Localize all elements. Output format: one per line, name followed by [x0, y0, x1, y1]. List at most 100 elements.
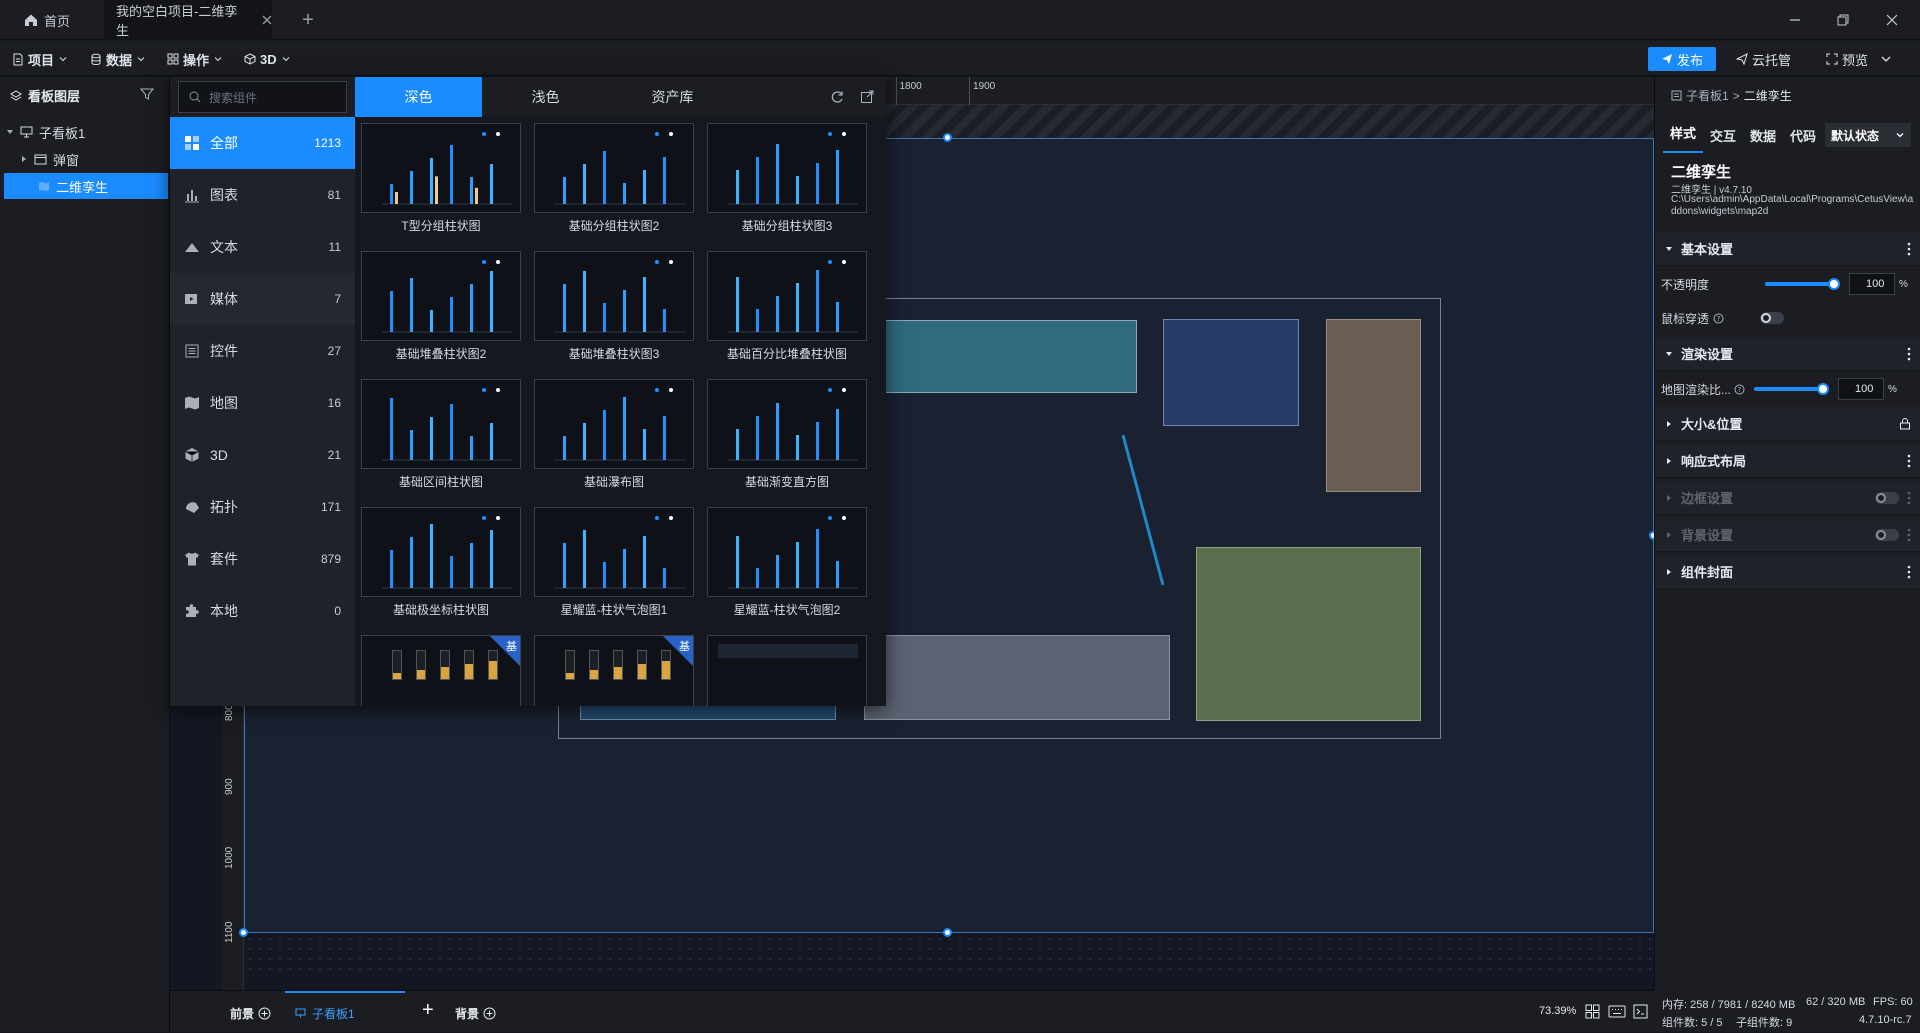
rect-teal[interactable]: [883, 320, 1137, 393]
minimize-icon[interactable]: [1783, 8, 1807, 32]
more-icon[interactable]: [1907, 565, 1911, 579]
section-border[interactable]: 边框设置: [1655, 481, 1920, 515]
board-tab[interactable]: 子看板1: [285, 991, 405, 1033]
add-circle-icon[interactable]: [258, 1007, 271, 1020]
opacity-slider[interactable]: [1765, 278, 1840, 290]
tree-item-popup[interactable]: 弹窗: [0, 146, 170, 172]
section-basic[interactable]: 基本设置: [1655, 232, 1920, 266]
caret-down-icon[interactable]: [6, 128, 14, 136]
foreground-tab[interactable]: 前景: [230, 1005, 271, 1022]
category-3d[interactable]: 3D 21: [170, 429, 355, 481]
more-icon[interactable]: [1907, 454, 1911, 468]
menu-project[interactable]: 项目: [12, 47, 68, 71]
component-card[interactable]: [707, 635, 867, 706]
help-icon[interactable]: ?: [1713, 313, 1724, 324]
slider-thumb[interactable]: [1817, 383, 1830, 395]
category-text[interactable]: 文本 11: [170, 221, 355, 273]
section-render[interactable]: 渲染设置: [1655, 337, 1920, 371]
line-segment[interactable]: [1118, 430, 1168, 590]
menu-operate[interactable]: 操作: [167, 47, 223, 71]
category-map[interactable]: 地图 16: [170, 377, 355, 429]
cloud-host-button[interactable]: 云托管: [1736, 47, 1791, 71]
tab-interaction[interactable]: 交互: [1703, 126, 1743, 145]
component-card[interactable]: 基: [534, 635, 694, 706]
add-tab-button[interactable]: +: [296, 0, 320, 40]
add-circle-icon[interactable]: [483, 1007, 496, 1020]
rect-gray[interactable]: [864, 635, 1170, 720]
restore-icon[interactable]: [1831, 8, 1855, 32]
publish-button[interactable]: 发布: [1648, 47, 1716, 71]
component-card[interactable]: [534, 123, 694, 213]
category-chart[interactable]: 图表 81: [170, 169, 355, 221]
close-tab-icon[interactable]: [262, 15, 272, 25]
category-topology[interactable]: 拓扑 171: [170, 481, 355, 533]
help-icon[interactable]: ?: [1734, 384, 1750, 395]
render-ratio-slider[interactable]: [1754, 383, 1830, 395]
tab-style[interactable]: 样式: [1663, 117, 1703, 153]
category-kit[interactable]: 套件 879: [170, 533, 355, 585]
home-tab[interactable]: 首页: [14, 0, 94, 40]
more-icon[interactable]: [1907, 242, 1911, 256]
keyboard-icon[interactable]: [1608, 1005, 1626, 1018]
terminal-icon[interactable]: [1633, 1004, 1648, 1019]
tree-item-board1[interactable]: 子看板1: [0, 119, 170, 145]
rect-brown[interactable]: [1326, 319, 1421, 492]
menu-3d[interactable]: 3D: [244, 47, 291, 71]
component-card[interactable]: [534, 507, 694, 597]
component-card[interactable]: [707, 251, 867, 341]
rect-navy[interactable]: [1163, 319, 1299, 426]
lock-icon[interactable]: [1899, 417, 1911, 430]
more-icon[interactable]: [1907, 528, 1911, 542]
category-media[interactable]: 媒体 7: [170, 273, 355, 325]
tab-light[interactable]: 浅色: [482, 77, 609, 117]
resize-handle[interactable]: [943, 928, 952, 937]
external-link-icon[interactable]: [860, 90, 874, 104]
component-card[interactable]: [361, 123, 521, 213]
category-control[interactable]: 控件 27: [170, 325, 355, 377]
tab-dark[interactable]: 深色: [355, 77, 482, 117]
tab-code[interactable]: 代码: [1783, 126, 1823, 145]
mouse-through-toggle[interactable]: [1760, 312, 1785, 324]
more-icon[interactable]: [1907, 347, 1911, 361]
render-ratio-input[interactable]: 100: [1838, 378, 1885, 400]
opacity-input[interactable]: 100: [1849, 273, 1895, 295]
rect-green[interactable]: [1196, 547, 1421, 721]
slider-thumb[interactable]: [1828, 278, 1840, 290]
tree-item-twin2d[interactable]: 二维孪生: [4, 173, 168, 199]
preview-button[interactable]: 预览: [1826, 47, 1892, 71]
close-window-icon[interactable]: [1880, 8, 1904, 32]
component-card[interactable]: [707, 507, 867, 597]
component-card[interactable]: [707, 379, 867, 469]
search-input[interactable]: 搜索组件: [178, 81, 347, 113]
category-local[interactable]: 本地 0: [170, 585, 355, 637]
more-icon[interactable]: [1907, 491, 1911, 505]
component-card[interactable]: [534, 379, 694, 469]
component-card[interactable]: [361, 251, 521, 341]
component-card[interactable]: [361, 379, 521, 469]
section-background[interactable]: 背景设置: [1655, 518, 1920, 552]
tab-asset-library[interactable]: 资产库: [609, 77, 736, 117]
resize-handle[interactable]: [239, 928, 248, 937]
border-toggle[interactable]: [1875, 491, 1899, 504]
tab-data[interactable]: 数据: [1743, 126, 1783, 145]
zoom-level[interactable]: 73.39%: [1539, 1005, 1576, 1017]
background-toggle[interactable]: [1875, 528, 1899, 541]
component-card[interactable]: 基: [361, 635, 521, 706]
breadcrumb-root[interactable]: 子看板1: [1686, 87, 1729, 104]
caret-right-icon[interactable]: [20, 155, 28, 163]
background-tab[interactable]: 背景: [455, 1005, 496, 1022]
menu-data[interactable]: 数据: [90, 47, 146, 71]
component-card[interactable]: [361, 507, 521, 597]
section-size-position[interactable]: 大小&位置: [1655, 407, 1920, 441]
add-board-button[interactable]: +: [422, 999, 434, 1022]
section-cover[interactable]: 组件封面: [1655, 555, 1920, 589]
fit-screen-icon[interactable]: [1585, 1004, 1600, 1019]
refresh-icon[interactable]: [830, 90, 844, 104]
category-all[interactable]: 全部 1213: [170, 117, 355, 169]
state-select[interactable]: 默认状态: [1825, 123, 1911, 147]
filter-icon[interactable]: [140, 87, 154, 101]
project-tab[interactable]: 我的空白项目-二维孪生: [104, 0, 272, 40]
resize-handle[interactable]: [943, 133, 952, 142]
component-card[interactable]: [707, 123, 867, 213]
component-card[interactable]: [534, 251, 694, 341]
